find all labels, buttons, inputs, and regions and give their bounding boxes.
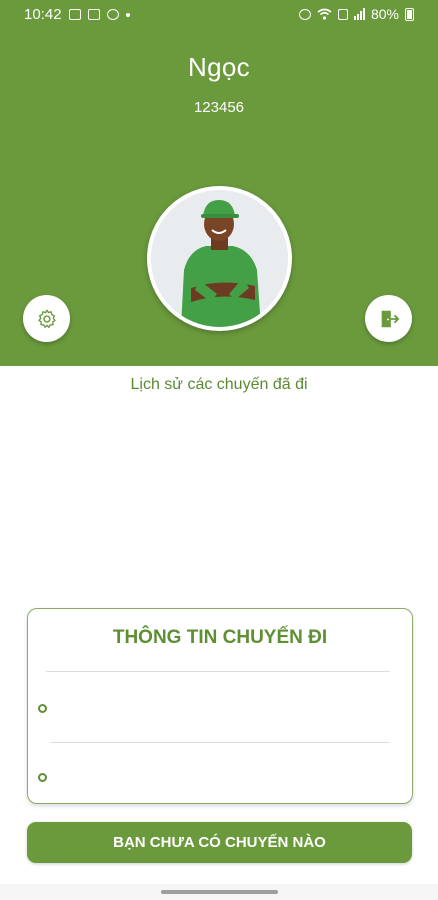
voicemail-icon [87, 9, 100, 20]
gear-icon [37, 309, 56, 328]
avatar[interactable] [147, 186, 292, 331]
dot-icon [125, 12, 130, 17]
alarm-icon [298, 8, 311, 20]
trip-info-card: THÔNG TIN CHUYẾN ĐI [27, 608, 413, 804]
status-time: 10:42 [24, 6, 62, 23]
trip-history-link[interactable]: Lịch sử các chuyến đã đi [0, 376, 438, 394]
user-id: 123456 [193, 99, 245, 116]
driver-photo [151, 190, 288, 327]
lte-icon [337, 8, 348, 20]
signal-icon [353, 8, 365, 20]
home-indicator[interactable] [161, 890, 278, 894]
logout-button[interactable] [365, 295, 412, 342]
settings-button[interactable] [23, 295, 70, 342]
divider [46, 671, 390, 672]
divider [50, 742, 390, 743]
user-name: Ngọc [188, 52, 250, 82]
image-icon [68, 9, 81, 20]
messenger-icon [106, 9, 119, 20]
exit-icon [381, 310, 399, 327]
battery-icon [405, 7, 414, 21]
no-trip-button[interactable]: BẠN CHƯA CÓ CHUYẾN NÀO [27, 822, 412, 863]
pickup-marker-icon [38, 704, 47, 713]
dropoff-marker-icon [38, 773, 47, 782]
navigation-bar [0, 884, 438, 900]
battery-percent: 80% [370, 6, 399, 22]
wifi-icon [317, 8, 332, 20]
trip-info-title: THÔNG TIN CHUYẾN ĐI [112, 627, 328, 648]
profile-header: 10:42 80% Ngọc 123456 [0, 0, 438, 366]
status-bar: 10:42 80% [0, 0, 438, 28]
